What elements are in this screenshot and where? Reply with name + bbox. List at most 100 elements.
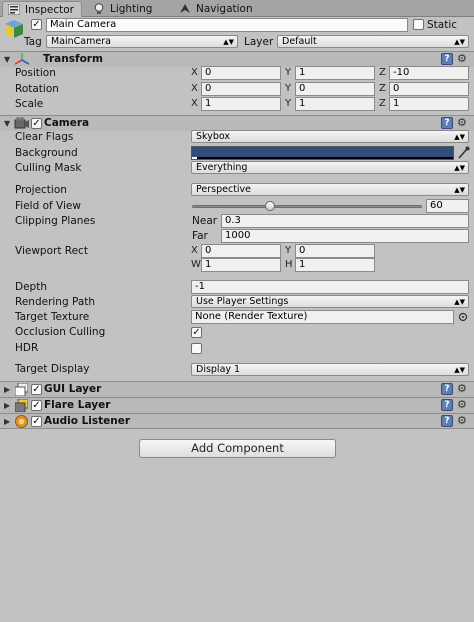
gear-icon[interactable]: ⚙	[457, 383, 469, 395]
far-label: Far	[192, 230, 208, 242]
scale-x-input[interactable]: 1	[201, 97, 281, 111]
rotation-label: Rotation	[15, 83, 59, 95]
camera-enabled-checkbox[interactable]: ✓	[31, 118, 42, 129]
rotation-x-input[interactable]: 0	[201, 82, 281, 96]
scale-z-input[interactable]: 1	[389, 97, 469, 111]
background-label: Background	[15, 147, 78, 159]
viewport-w-label: W	[191, 259, 201, 270]
axis-z-label: Z	[379, 98, 386, 109]
object-picker-icon[interactable]	[458, 312, 468, 322]
viewport-rect-label: Viewport Rect	[15, 245, 88, 257]
foldout-arrow-icon[interactable]: ▶	[4, 417, 13, 426]
fov-slider-thumb[interactable]	[264, 201, 275, 211]
gear-icon[interactable]: ⚙	[457, 415, 469, 427]
dropdown-arrow-icon: ▲▼	[454, 186, 465, 194]
viewport-w-input[interactable]: 1	[201, 258, 281, 272]
tab-label: Navigation	[196, 3, 253, 15]
target-display-dropdown[interactable]: Display 1 ▲▼	[191, 363, 469, 376]
viewport-x-input[interactable]: 0	[201, 244, 281, 258]
axis-x-label: X	[191, 98, 198, 109]
viewport-y-input[interactable]: 0	[295, 244, 375, 258]
foldout-arrow-icon[interactable]: ▶	[4, 401, 13, 410]
gear-icon[interactable]: ⚙	[457, 399, 469, 411]
gui-layer-icon	[15, 383, 28, 396]
gui-layer-checkbox[interactable]: ✓	[31, 384, 42, 395]
background-color-swatch[interactable]	[191, 146, 454, 160]
rendering-path-dropdown[interactable]: Use Player Settings ▲▼	[191, 295, 469, 308]
camera-icon	[14, 117, 29, 129]
clear-flags-label: Clear Flags	[15, 131, 74, 143]
tab-lighting[interactable]: Lighting	[88, 1, 168, 17]
depth-input[interactable]: -1	[191, 280, 469, 294]
layer-dropdown[interactable]: Default ▲▼	[277, 35, 469, 48]
dropdown-arrow-icon: ▲▼	[223, 38, 234, 46]
gear-icon[interactable]: ⚙	[457, 117, 469, 129]
target-texture-field[interactable]: None (Render Texture)	[191, 310, 454, 324]
audio-listener-title: Audio Listener	[44, 415, 131, 427]
rotation-z-input[interactable]: 0	[389, 82, 469, 96]
layer-label: Layer	[244, 36, 274, 48]
scale-label: Scale	[15, 98, 44, 110]
clear-flags-value: Skybox	[196, 131, 230, 142]
axis-z-label: Z	[379, 83, 386, 94]
occlusion-culling-checkbox[interactable]: ✓	[191, 327, 202, 338]
tab-navigation[interactable]: Navigation	[174, 1, 264, 17]
gameobject-cube-icon	[5, 20, 23, 38]
help-icon[interactable]: ?	[441, 415, 453, 427]
fov-input[interactable]: 60	[426, 199, 469, 213]
tag-label: Tag	[24, 36, 42, 48]
clipping-planes-label: Clipping Planes	[15, 215, 96, 227]
help-icon[interactable]: ?	[441, 53, 453, 65]
hdr-checkbox[interactable]	[191, 343, 202, 354]
far-input[interactable]: 1000	[221, 229, 469, 243]
foldout-arrow-icon[interactable]: ▶	[4, 385, 13, 394]
foldout-arrow-icon[interactable]: ▼	[4, 119, 13, 128]
axis-y-label: Y	[285, 83, 292, 94]
projection-dropdown[interactable]: Perspective ▲▼	[191, 183, 469, 196]
target-texture-label: Target Texture	[15, 311, 90, 323]
add-component-button[interactable]: Add Component	[139, 439, 336, 458]
help-icon[interactable]: ?	[441, 399, 453, 411]
foldout-arrow-icon[interactable]: ▼	[4, 55, 13, 64]
object-active-checkbox[interactable]: ✓	[31, 19, 42, 30]
near-label: Near	[192, 215, 218, 227]
static-checkbox[interactable]	[413, 19, 424, 30]
rendering-path-value: Use Player Settings	[196, 296, 289, 307]
tag-dropdown[interactable]: MainCamera ▲▼	[46, 35, 238, 48]
help-icon[interactable]: ?	[441, 383, 453, 395]
position-y-input[interactable]: 1	[295, 66, 375, 80]
culling-mask-value: Everything	[196, 162, 248, 173]
viewport-h-label: H	[285, 259, 293, 270]
clear-flags-dropdown[interactable]: Skybox ▲▼	[191, 130, 469, 143]
gear-icon[interactable]: ⚙	[457, 53, 469, 65]
position-x-input[interactable]: 0	[201, 66, 281, 80]
eyedropper-icon[interactable]	[457, 146, 470, 160]
near-input[interactable]: 0.3	[221, 214, 469, 228]
projection-value: Perspective	[196, 184, 252, 195]
axis-y-label: Y	[285, 67, 292, 78]
alpha-bar	[192, 157, 453, 159]
dropdown-arrow-icon: ▲▼	[454, 298, 465, 306]
dropdown-arrow-icon: ▲▼	[454, 38, 465, 46]
tab-inspector[interactable]: Inspector	[2, 1, 82, 17]
dropdown-arrow-icon: ▲▼	[454, 164, 465, 172]
scale-y-input[interactable]: 1	[295, 97, 375, 111]
transform-axes-icon	[15, 53, 29, 65]
info-icon	[8, 4, 20, 15]
hdr-label: HDR	[15, 342, 39, 354]
rendering-path-label: Rendering Path	[15, 296, 96, 308]
audio-listener-checkbox[interactable]: ✓	[31, 416, 42, 427]
culling-mask-dropdown[interactable]: Everything ▲▼	[191, 161, 469, 174]
object-name-input[interactable]: Main Camera	[46, 18, 408, 32]
position-z-input[interactable]: -10	[389, 66, 469, 80]
flare-layer-checkbox[interactable]: ✓	[31, 400, 42, 411]
position-label: Position	[15, 67, 56, 79]
viewport-h-input[interactable]: 1	[295, 258, 375, 272]
help-icon[interactable]: ?	[441, 117, 453, 129]
lightbulb-icon	[94, 3, 104, 14]
target-display-label: Target Display	[15, 363, 90, 375]
flare-layer-title: Flare Layer	[44, 399, 111, 411]
fov-slider-track[interactable]	[192, 205, 422, 208]
rotation-y-input[interactable]: 0	[295, 82, 375, 96]
occlusion-culling-label: Occlusion Culling	[15, 326, 106, 338]
